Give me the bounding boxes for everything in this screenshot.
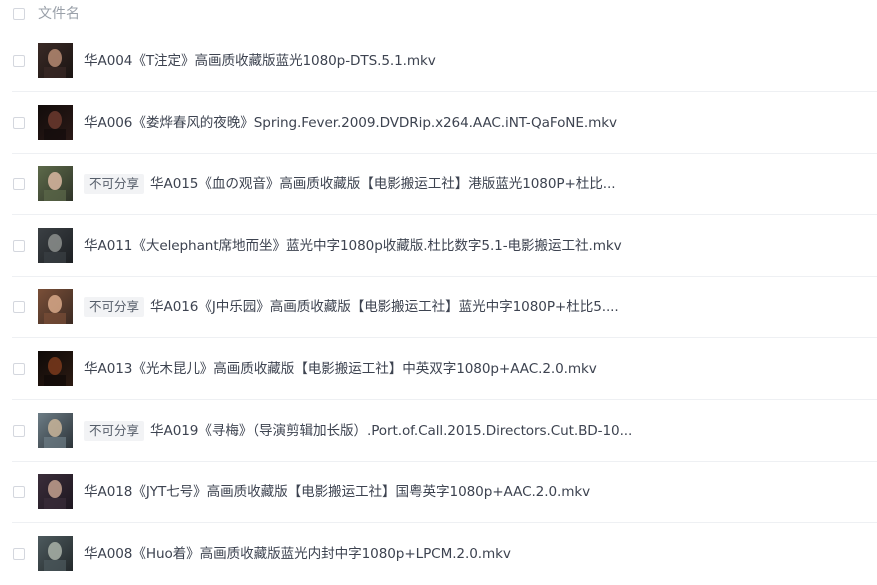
file-name-cell: 华A006《娄烨春风的夜晚》Spring.Fever.2009.DVDRip.x… (84, 113, 617, 133)
video-thumbnail[interactable] (38, 351, 73, 386)
file-checkbox[interactable] (13, 424, 25, 437)
file-row[interactable]: 不可分享 华A016《J中乐园》高画质收藏版【电影搬运工社】蓝光中字1080P+杜… (0, 276, 877, 339)
video-thumbnail[interactable] (38, 43, 73, 78)
file-checkbox[interactable] (13, 116, 25, 129)
file-name-link[interactable]: 华A006《娄烨春风的夜晚》Spring.Fever.2009.DVDRip.x… (84, 113, 617, 133)
file-name-link[interactable]: 华A008《Huo着》高画质收藏版蓝光内封中字1080p+LPCM.2.0.mk… (84, 544, 511, 564)
file-name-cell: 不可分享 华A019《寻梅》（导演剪辑加长版）.Port.of.Call.2015… (84, 420, 632, 441)
select-all-checkbox[interactable] (13, 8, 25, 20)
filename-column-header[interactable]: 文件名 (38, 5, 80, 23)
file-row[interactable]: 不可分享 华A019《寻梅》（导演剪辑加长版）.Port.of.Call.2015… (0, 400, 877, 462)
file-checkbox[interactable] (13, 301, 25, 314)
file-name-link[interactable]: 华A015《血の观音》高画质收藏版【电影搬运工社】港版蓝光1080P+杜比... (150, 174, 616, 194)
file-name-link[interactable]: 华A016《J中乐园》高画质收藏版【电影搬运工社】蓝光中字1080P+杜比5..… (150, 297, 619, 317)
file-list: 文件名 华A004《T注定》高画质收藏版蓝光1080p-DTS.5.1.mkv 华… (0, 0, 877, 585)
list-header: 文件名 (0, 0, 877, 28)
file-name-link[interactable]: 华A011《大elephant席地而坐》蓝光中字1080p收藏版.杜比数字5.1… (84, 236, 622, 256)
file-row[interactable]: 华A008《Huo着》高画质收藏版蓝光内封中字1080p+LPCM.2.0.mk… (0, 523, 877, 585)
file-checkbox[interactable] (13, 178, 25, 191)
file-checkbox[interactable] (13, 55, 25, 67)
file-name-link[interactable]: 华A018《JYT七号》高画质收藏版【电影搬运工社】国粤英字1080p+AAC.… (84, 482, 590, 502)
file-name-link[interactable]: 华A019《寻梅》（导演剪辑加长版）.Port.of.Call.2015.Dir… (150, 421, 632, 441)
file-checkbox[interactable] (13, 239, 25, 252)
file-name-cell: 华A013《光木昆儿》高画质收藏版【电影搬运工社】中英双字1080p+AAC.2… (84, 359, 597, 379)
video-thumbnail[interactable] (38, 227, 73, 263)
file-name-link[interactable]: 华A004《T注定》高画质收藏版蓝光1080p-DTS.5.1.mkv (84, 51, 436, 71)
file-checkbox[interactable] (13, 363, 25, 375)
file-checkbox[interactable] (13, 547, 25, 560)
file-row[interactable]: 不可分享 华A015《血の观音》高画质收藏版【电影搬运工社】港版蓝光1080P+杜… (0, 153, 877, 216)
file-row[interactable]: 华A004《T注定》高画质收藏版蓝光1080p-DTS.5.1.mkv (0, 30, 877, 92)
video-thumbnail[interactable] (38, 166, 73, 202)
file-name-cell: 华A018《JYT七号》高画质收藏版【电影搬运工社】国粤英字1080p+AAC.… (84, 482, 590, 502)
not-shareable-badge: 不可分享 (84, 174, 145, 195)
file-row[interactable]: 华A006《娄烨春风的夜晚》Spring.Fever.2009.DVDRip.x… (0, 92, 877, 154)
video-thumbnail[interactable] (38, 289, 73, 325)
file-name-cell: 华A008《Huo着》高画质收藏版蓝光内封中字1080p+LPCM.2.0.mk… (84, 544, 511, 564)
video-thumbnail[interactable] (38, 412, 73, 448)
not-shareable-badge: 不可分享 (84, 297, 145, 318)
video-thumbnail[interactable] (38, 535, 73, 571)
file-row[interactable]: 华A011《大elephant席地而坐》蓝光中字1080p收藏版.杜比数字5.1… (0, 215, 877, 277)
file-row[interactable]: 华A013《光木昆儿》高画质收藏版【电影搬运工社】中英双字1080p+AAC.2… (0, 338, 877, 400)
file-checkbox[interactable] (13, 486, 25, 499)
video-thumbnail[interactable] (38, 104, 73, 140)
file-name-cell: 华A004《T注定》高画质收藏版蓝光1080p-DTS.5.1.mkv (84, 51, 436, 71)
video-thumbnail[interactable] (38, 474, 73, 510)
not-shareable-badge: 不可分享 (84, 420, 145, 441)
file-name-cell: 不可分享 华A016《J中乐园》高画质收藏版【电影搬运工社】蓝光中字1080P+杜… (84, 297, 619, 318)
file-row[interactable]: 华A018《JYT七号》高画质收藏版【电影搬运工社】国粤英字1080p+AAC.… (0, 461, 877, 524)
file-name-link[interactable]: 华A013《光木昆儿》高画质收藏版【电影搬运工社】中英双字1080p+AAC.2… (84, 359, 597, 379)
file-name-cell: 不可分享 华A015《血の观音》高画质收藏版【电影搬运工社】港版蓝光1080P+杜… (84, 174, 616, 195)
file-name-cell: 华A011《大elephant席地而坐》蓝光中字1080p收藏版.杜比数字5.1… (84, 236, 622, 256)
